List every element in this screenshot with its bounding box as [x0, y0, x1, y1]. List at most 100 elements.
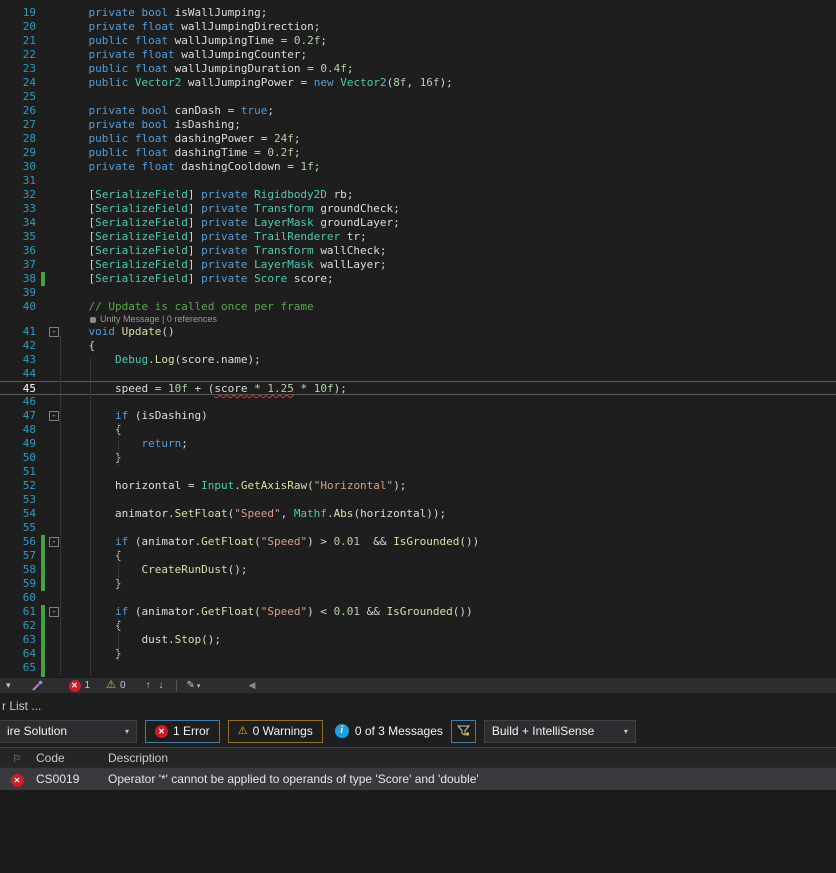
- code-line[interactable]: 44: [0, 367, 836, 381]
- code-line[interactable]: 52 horizontal = Input.GetAxisRaw("Horizo…: [0, 479, 836, 493]
- line-number[interactable]: 21: [0, 34, 36, 48]
- code-line[interactable]: 46: [0, 395, 836, 409]
- line-number[interactable]: 23: [0, 62, 36, 76]
- code-line[interactable]: 26 private bool canDash = true;: [0, 104, 836, 118]
- line-number[interactable]: 29: [0, 146, 36, 160]
- line-number[interactable]: 38: [0, 272, 36, 286]
- line-number[interactable]: 61: [0, 605, 36, 619]
- code-line[interactable]: 49 return;: [0, 437, 836, 451]
- code-line[interactable]: 19 private bool isWallJumping;: [0, 6, 836, 20]
- code-line[interactable]: 33 [SerializeField] private Transform gr…: [0, 202, 836, 216]
- document-errors-indicator[interactable]: ✕ 1: [68, 679, 90, 692]
- line-number[interactable]: 64: [0, 647, 36, 661]
- code-line[interactable]: 34 [SerializeField] private LayerMask gr…: [0, 216, 836, 230]
- line-number[interactable]: 59: [0, 577, 36, 591]
- code-line[interactable]: 60: [0, 591, 836, 605]
- document-warnings-indicator[interactable]: ⚠ 0: [106, 680, 125, 692]
- code-fix-icon[interactable]: [31, 680, 43, 692]
- line-number[interactable]: 43: [0, 353, 36, 367]
- line-number[interactable]: 48: [0, 423, 36, 437]
- line-number[interactable]: 57: [0, 549, 36, 563]
- errors-filter-button[interactable]: ✕ 1 Error: [145, 719, 220, 743]
- code-cleanup-brush-icon[interactable]: ✎: [187, 680, 195, 691]
- code-line[interactable]: 64 }: [0, 647, 836, 661]
- line-number[interactable]: 63: [0, 633, 36, 647]
- line-number[interactable]: 47: [0, 409, 36, 423]
- line-number[interactable]: 36: [0, 244, 36, 258]
- code-line[interactable]: 53: [0, 493, 836, 507]
- code-line[interactable]: 58 CreateRunDust();: [0, 563, 836, 577]
- line-number[interactable]: 53: [0, 493, 36, 507]
- line-number[interactable]: 35: [0, 230, 36, 244]
- code-line[interactable]: 54 animator.SetFloat("Speed", Mathf.Abs(…: [0, 507, 836, 521]
- line-number[interactable]: 26: [0, 104, 36, 118]
- code-line[interactable]: 48 {: [0, 423, 836, 437]
- code-line[interactable]: 50 }: [0, 451, 836, 465]
- description-column-header[interactable]: Description: [102, 751, 836, 765]
- line-number[interactable]: 58: [0, 563, 36, 577]
- warnings-filter-button[interactable]: ⚠ 0 Warnings: [227, 719, 323, 743]
- code-line[interactable]: 47 - if (isDashing): [0, 409, 836, 423]
- code-line[interactable]: 66 if (IsGrounded()): [0, 675, 836, 677]
- line-number[interactable]: 19: [0, 6, 36, 20]
- line-number[interactable]: 31: [0, 174, 36, 188]
- code-line[interactable]: 31: [0, 174, 836, 188]
- code-line[interactable]: 55: [0, 521, 836, 535]
- filter-button[interactable]: [450, 719, 476, 743]
- line-number[interactable]: 30: [0, 160, 36, 174]
- line-number[interactable]: 65: [0, 661, 36, 675]
- severity-column-header[interactable]: ⚐: [0, 751, 34, 765]
- line-number[interactable]: 34: [0, 216, 36, 230]
- code-line[interactable]: 22 private float wallJumpingCounter;: [0, 48, 836, 62]
- code-line[interactable]: 56 - if (animator.GetFloat("Speed") > 0.0…: [0, 535, 836, 549]
- fold-toggle-icon[interactable]: -: [49, 411, 59, 421]
- fold-toggle-icon[interactable]: -: [49, 537, 59, 547]
- code-line[interactable]: 38 [SerializeField] private Score score;: [0, 272, 836, 286]
- code-line[interactable]: 45 speed = 10f + (score * 1.25 * 10f);: [0, 381, 836, 395]
- code-line[interactable]: 42 {: [0, 339, 836, 353]
- error-row[interactable]: ✕ CS0019 Operator '*' cannot be applied to…: [0, 768, 836, 790]
- line-number[interactable]: 25: [0, 90, 36, 104]
- line-number[interactable]: 37: [0, 258, 36, 272]
- line-number[interactable]: 41: [0, 325, 36, 339]
- code-line[interactable]: 20 private float wallJumpingDirection;: [0, 20, 836, 34]
- code-line[interactable]: 35 [SerializeField] private TrailRendere…: [0, 230, 836, 244]
- line-number[interactable]: 51: [0, 465, 36, 479]
- line-number[interactable]: 24: [0, 76, 36, 90]
- code-line[interactable]: 62 {: [0, 619, 836, 633]
- code-editor[interactable]: 19 private bool isWallJumping; 20 private…: [0, 0, 836, 677]
- code-line[interactable]: 63 dust.Stop();: [0, 633, 836, 647]
- code-line[interactable]: 28 public float dashingPower = 24f;: [0, 132, 836, 146]
- line-number[interactable]: 39: [0, 286, 36, 300]
- code-line[interactable]: 43 Debug.Log(score.name);: [0, 353, 836, 367]
- line-number[interactable]: 52: [0, 479, 36, 493]
- line-number[interactable]: 50: [0, 451, 36, 465]
- code-line[interactable]: 29 public float dashingTime = 0.2f;: [0, 146, 836, 160]
- messages-filter-button[interactable]: i 0 of 3 Messages: [334, 724, 443, 738]
- line-number[interactable]: 20: [0, 20, 36, 34]
- line-number[interactable]: 62: [0, 619, 36, 633]
- code-line[interactable]: 30 private float dashingCooldown = 1f;: [0, 160, 836, 174]
- code-line[interactable]: 51: [0, 465, 836, 479]
- line-number[interactable]: 33: [0, 202, 36, 216]
- line-number[interactable]: 40: [0, 300, 36, 314]
- code-line[interactable]: 37 [SerializeField] private LayerMask wa…: [0, 258, 836, 272]
- fold-toggle-icon[interactable]: -: [49, 327, 59, 337]
- line-number[interactable]: 49: [0, 437, 36, 451]
- line-number[interactable]: 44: [0, 367, 36, 381]
- code-line[interactable]: 32 [SerializeField] private Rigidbody2D …: [0, 188, 836, 202]
- code-line[interactable]: 65: [0, 661, 836, 675]
- line-number[interactable]: 22: [0, 48, 36, 62]
- line-number[interactable]: 27: [0, 118, 36, 132]
- scope-dropdown[interactable]: ire Solution ▾: [0, 719, 137, 743]
- code-line[interactable]: 21 public float wallJumpingTime = 0.2f;: [0, 34, 836, 48]
- code-line[interactable]: 25: [0, 90, 836, 104]
- code-line[interactable]: 24 public Vector2 wallJumpingPower = new…: [0, 76, 836, 90]
- build-filter-dropdown[interactable]: Build + IntelliSense ▾: [483, 719, 636, 743]
- code-line[interactable]: 40 // Update is called once per frame: [0, 300, 836, 314]
- code-column-header[interactable]: Code: [34, 751, 102, 765]
- code-line[interactable]: 36 [SerializeField] private Transform wa…: [0, 244, 836, 258]
- line-number[interactable]: 56: [0, 535, 36, 549]
- code-line[interactable]: 27 private bool isDashing;: [0, 118, 836, 132]
- collapse-chevron-icon[interactable]: ▾: [6, 680, 11, 691]
